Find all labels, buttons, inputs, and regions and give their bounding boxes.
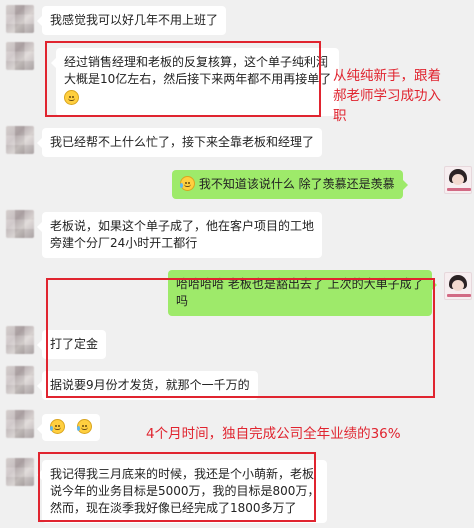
highlight-box xyxy=(38,452,316,522)
contact-avatar[interactable] xyxy=(6,210,34,238)
contact-avatar[interactable] xyxy=(6,458,34,486)
annotation-text: 4个月时间，独自完成公司全年业绩的36% xyxy=(146,426,401,442)
laugh-cry-emoji-icon xyxy=(76,419,92,434)
laugh-cry-emoji-icon xyxy=(50,419,65,434)
contact-avatar[interactable] xyxy=(6,126,34,154)
contact-avatar[interactable] xyxy=(6,326,34,354)
self-avatar[interactable] xyxy=(444,272,472,300)
contact-avatar[interactable] xyxy=(6,410,34,438)
message-bubble: 老板说，如果这个单子成了，他在客户项目的工地 旁建个分厂24小时开工都行 xyxy=(36,212,323,258)
contact-avatar[interactable] xyxy=(6,366,34,394)
annotation-text: 从纯纯新手，跟着 郝老师学习成功入 职 xyxy=(333,68,441,124)
highlight-box xyxy=(45,41,321,117)
message-bubble-self: 我不知道该说什么 除了羡慕还是羡慕 xyxy=(172,170,408,199)
laugh-cry-emoji-icon xyxy=(180,176,195,191)
message-text-line: 旁建个分厂24小时开工都行 xyxy=(50,236,198,250)
message-bubble: 我感觉我可以好几年不用上班了 xyxy=(36,6,227,35)
self-avatar[interactable] xyxy=(444,166,472,194)
message-text-line: 老板说，如果这个单子成了，他在客户项目的工地 xyxy=(50,219,315,233)
highlight-box xyxy=(46,278,435,398)
contact-avatar[interactable] xyxy=(6,5,34,33)
message-text: 我已经帮不上什么忙了，接下来全靠老板和经理了 xyxy=(50,135,315,149)
message-bubble xyxy=(37,414,100,441)
message-text: 我感觉我可以好几年不用上班了 xyxy=(50,13,219,27)
message-text: 我不知道该说什么 除了羡慕还是羡慕 xyxy=(198,177,395,191)
contact-avatar[interactable] xyxy=(6,42,34,70)
message-bubble: 我已经帮不上什么忙了，接下来全靠老板和经理了 xyxy=(36,128,323,157)
